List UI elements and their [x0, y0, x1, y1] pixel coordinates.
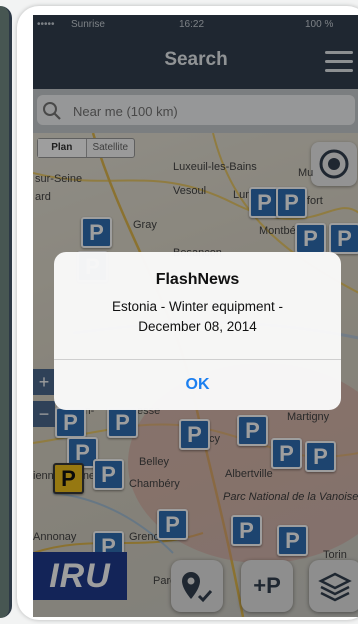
previous-phone-edge — [0, 6, 12, 618]
flashnews-alert: FlashNews Estonia - Winter equipment - D… — [54, 252, 341, 410]
app-screen: ••••• Sunrise 16:22 100 % Search Near me… — [33, 15, 358, 617]
alert-message: Estonia - Winter equipment - December 08… — [76, 297, 319, 337]
alert-message-line: Estonia - Winter equipment - — [111, 299, 284, 314]
alert-ok-button[interactable]: OK — [54, 359, 341, 410]
phone-frame: ••••• Sunrise 16:22 100 % Search Near me… — [17, 6, 358, 620]
alert-title: FlashNews — [155, 271, 240, 288]
alert-message-line: December 08, 2014 — [138, 319, 257, 334]
